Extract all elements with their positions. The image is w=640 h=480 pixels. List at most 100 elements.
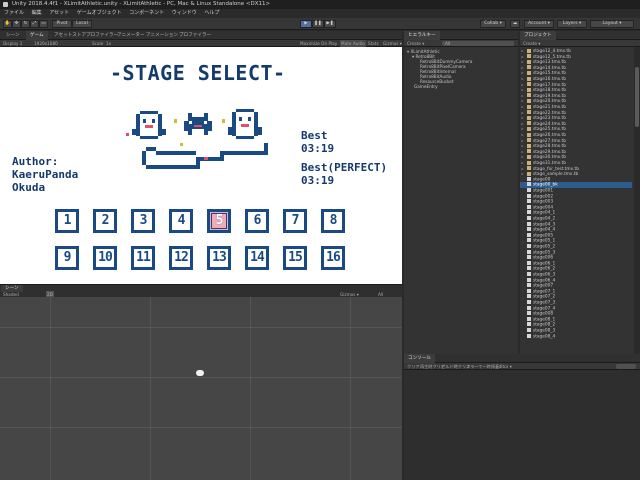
tab-game[interactable]: ゲーム — [26, 31, 48, 40]
file-icon — [527, 232, 531, 237]
stage-button-12[interactable]: 12 — [169, 246, 193, 270]
scale-value[interactable]: 1x — [106, 40, 111, 47]
account-dropdown[interactable]: Account ▾ — [524, 20, 554, 28]
file-icon — [527, 266, 531, 271]
tab-profiler-2[interactable]: プロファイラー — [175, 31, 215, 40]
layout-dropdown[interactable]: Layout ▾ — [590, 20, 634, 28]
stage-button-5[interactable]: 5 — [207, 209, 231, 233]
hierarchy-tab-bar: ヒエラルキー — [404, 31, 518, 40]
scene-object-marker[interactable] — [196, 370, 204, 376]
step-button[interactable]: ▶❚ — [324, 20, 336, 28]
game-view[interactable]: -STAGE SELECT- Author: KaeruPanda Okuda … — [0, 47, 402, 284]
console-toolbar: クリア 再生時クリア ビルド時クリア エラーで一時停止 Editor ▾ — [404, 363, 640, 370]
play-button[interactable]: ▶ — [300, 20, 312, 28]
tab-console[interactable]: コンソール — [404, 354, 435, 363]
file-icon — [527, 322, 531, 327]
maximize-on-play-toggle[interactable]: Maximize On Play — [300, 40, 337, 47]
game-sub-toolbar: Display 1 1920x1080 Scale 1x Maximize On… — [0, 40, 402, 47]
console-clear-button[interactable]: クリア — [407, 363, 420, 370]
project-create-button[interactable]: Create ▾ — [523, 40, 540, 47]
project-scrollbar[interactable] — [634, 47, 640, 354]
menu-bar: ファイル 編集 アセット ゲームオブジェクト コンポーネント ウィンドウ ヘルプ — [0, 9, 640, 18]
folder-icon — [527, 126, 531, 131]
hierarchy-search-input[interactable]: All — [442, 41, 514, 46]
mute-audio-toggle[interactable]: Mute Audio — [340, 40, 366, 47]
menu-assets[interactable]: アセット — [49, 9, 69, 18]
collab-dropdown[interactable]: Collab ▾ — [480, 20, 506, 28]
local-toggle[interactable]: Local — [72, 20, 92, 28]
folder-icon — [527, 54, 531, 59]
stage-button-1[interactable]: 1 — [55, 209, 79, 233]
move-tool-button[interactable]: ✥ — [12, 20, 21, 28]
tab-project[interactable]: プロジェクト — [520, 31, 556, 40]
folder-icon — [527, 76, 531, 81]
pivot-toggle[interactable]: Pivot — [52, 20, 72, 28]
console-editor-dropdown[interactable]: Editor ▾ — [496, 363, 512, 370]
file-icon — [527, 260, 531, 265]
stage-button-2[interactable]: 2 — [93, 209, 117, 233]
console-error-pause-toggle[interactable]: エラーで一時停止 — [466, 363, 499, 370]
folder-icon — [527, 87, 531, 92]
stage-button-7[interactable]: 7 — [283, 209, 307, 233]
hand-tool-button[interactable]: ✋ — [3, 20, 12, 28]
project-item[interactable]: stage08_4 — [520, 333, 632, 340]
resolution-select[interactable]: 1920x1080 — [34, 40, 58, 47]
game-tab-bar: シーン ゲーム アセットストア プロファイラー アニメーター アニメーション プ… — [0, 31, 402, 40]
menu-edit[interactable]: 編集 — [32, 9, 42, 18]
stage-button-8[interactable]: 8 — [321, 209, 345, 233]
project-item-label: stage08_4 — [533, 334, 556, 340]
menu-help[interactable]: ヘルプ — [204, 9, 219, 18]
stage-button-14[interactable]: 14 — [245, 246, 269, 270]
menu-gameobject[interactable]: ゲームオブジェクト — [77, 9, 122, 18]
stage-button-10[interactable]: 10 — [93, 246, 117, 270]
hierarchy-panel: ▾ XLimitAthletic ▾ Retro8Bit Retro8BitDu… — [404, 47, 518, 354]
pause-button[interactable]: ❚❚ — [312, 20, 324, 28]
file-icon — [527, 305, 531, 310]
hierarchy-row[interactable]: GameEntry — [414, 84, 438, 89]
stats-toggle[interactable]: Stats — [368, 40, 379, 47]
file-icon — [527, 221, 531, 226]
window-title-bar: Unity 2018.4.4f1 - XLimitAthletic.unity … — [0, 0, 640, 9]
console-search-input[interactable] — [616, 364, 636, 369]
stage-button-13[interactable]: 13 — [207, 246, 231, 270]
rotate-tool-button[interactable]: ↻ — [21, 20, 30, 28]
window-title: Unity 2018.4.4f1 - XLimitAthletic.unity … — [12, 1, 271, 7]
best-time: 03:19 — [301, 142, 335, 155]
stage-button-15[interactable]: 15 — [283, 246, 307, 270]
author-label: Author: — [12, 155, 59, 168]
folder-icon — [527, 154, 531, 159]
file-icon — [527, 249, 531, 254]
stage-button-6[interactable]: 6 — [245, 209, 269, 233]
stage-button-9[interactable]: 9 — [55, 246, 79, 270]
gizmos-dropdown[interactable]: Gizmos ▾ — [383, 40, 402, 47]
file-icon — [527, 216, 531, 220]
stage-button-11[interactable]: 11 — [131, 246, 155, 270]
file-icon — [527, 272, 531, 276]
menu-window[interactable]: ウィンドウ — [172, 9, 197, 18]
layers-dropdown[interactable]: Layers ▾ — [557, 20, 587, 28]
file-icon — [527, 294, 531, 299]
scale-tool-button[interactable]: ⤢ — [30, 20, 39, 28]
tab-scene[interactable]: シーン — [2, 31, 24, 40]
folder-icon — [527, 171, 531, 176]
rect-tool-button[interactable]: ▭ — [39, 20, 48, 28]
tab-hierarchy[interactable]: ヒエラルキー — [404, 31, 440, 40]
folder-icon — [527, 104, 531, 109]
project-scrollbar-thumb[interactable] — [635, 67, 639, 127]
project-toolbar: Create ▾ — [520, 40, 640, 47]
stage-button-4[interactable]: 4 — [169, 209, 193, 233]
stage-button-3[interactable]: 3 — [131, 209, 155, 233]
menu-file[interactable]: ファイル — [4, 9, 24, 18]
project-panel: ▸ stage12_4.tmx.tb ▸ stage12_5.tmx.tb ▸ stage… — [520, 47, 640, 354]
folder-icon — [527, 98, 531, 103]
file-icon — [527, 227, 531, 232]
cloud-icon[interactable]: ☁ — [510, 20, 520, 28]
file-icon — [527, 193, 531, 198]
hierarchy-create-button[interactable]: Create ▾ — [407, 40, 424, 47]
folder-icon — [527, 138, 531, 143]
stage-button-16[interactable]: 16 — [321, 246, 345, 270]
file-icon — [527, 311, 531, 316]
menu-component[interactable]: コンポーネント — [129, 9, 164, 18]
display-select[interactable]: Display 1 — [3, 40, 22, 47]
scene-view[interactable] — [0, 297, 402, 480]
